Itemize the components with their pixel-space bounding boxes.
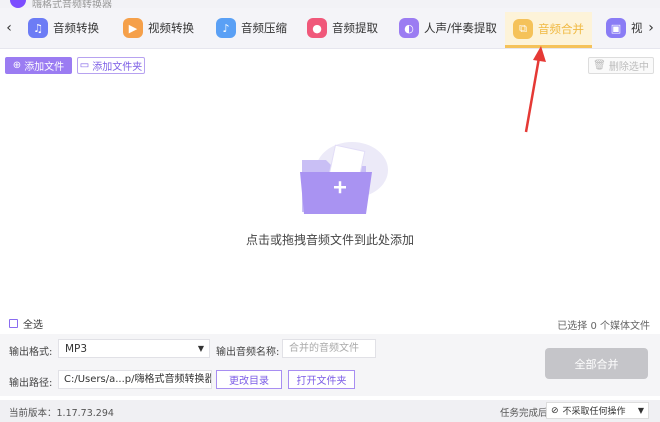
output-name-input[interactable]: 合并的音频文件 — [282, 339, 376, 358]
tab-vocal-extract[interactable]: ◐ 人声/伴奏提取 — [399, 12, 497, 44]
status-bar: 当前版本：1.17.73.294 任务完成后 ⊘ 不采取任何操作 ▼ — [0, 400, 660, 422]
delete-selected-button[interactable]: 🗑 删除选中 — [588, 57, 654, 74]
trash-icon: 🗑 — [593, 60, 606, 71]
no-action-icon: ⊘ — [551, 405, 559, 416]
tab-audio-compress[interactable]: ♪ 音频压缩 — [216, 12, 287, 44]
open-folder-button[interactable]: 打开文件夹 — [288, 370, 355, 389]
plus-circle-icon: ⊕ — [12, 60, 22, 71]
tab-audio-convert[interactable]: ♫ 音频转换 — [28, 12, 99, 44]
merge-all-button[interactable]: 全部合并 — [545, 348, 648, 379]
change-directory-button[interactable]: 更改目录 — [216, 370, 282, 389]
app-logo — [10, 0, 26, 8]
checkbox-box[interactable] — [9, 319, 18, 328]
file-drop-zone[interactable]: 点击或拖拽音频文件到此处添加 — [0, 78, 660, 314]
drop-hint-text: 点击或拖拽音频文件到此处添加 — [245, 233, 414, 247]
title-bar: 嗨格式音频转换器 — [0, 0, 660, 11]
after-task-select[interactable]: ⊘ 不采取任何操作 ▼ — [546, 402, 649, 419]
output-settings-panel: 输出格式: MP3 ▼ 输出音频名称: 合并的音频文件 输出路径: C:/Use… — [0, 334, 660, 396]
scroll-left-icon[interactable]: ‹ — [2, 20, 16, 36]
caret-down-icon: ▼ — [197, 344, 204, 353]
after-task-label: 任务完成后 — [500, 408, 548, 419]
output-format-label: 输出格式: — [9, 347, 53, 358]
selection-row: 全选 已选择 0 个媒体文件 — [0, 314, 660, 332]
output-format-select[interactable]: MP3 ▼ — [58, 339, 210, 358]
video-icon: ▣ — [606, 18, 626, 38]
scroll-right-icon[interactable]: › — [644, 20, 658, 36]
audio-compress-icon: ♪ — [216, 18, 236, 38]
file-toolbar: ⊕ 添加文件 ▭ 添加文件夹 🗑 删除选中 — [0, 54, 660, 78]
output-path-input[interactable]: C:/Users/a...p/嗨格式音频转换器 — [58, 370, 212, 389]
add-folder-button[interactable]: ▭ 添加文件夹 — [77, 57, 145, 74]
caret-down-icon: ▼ — [637, 406, 644, 415]
tab-video[interactable]: ▣ 视 — [606, 12, 643, 44]
tab-audio-extract[interactable]: ● 音频提取 — [307, 12, 378, 44]
output-path-label: 输出路径: — [9, 378, 53, 389]
select-all-checkbox[interactable]: 全选 — [9, 316, 43, 331]
feature-tab-bar: ‹ ♫ 音频转换 ▶ 视频转换 ♪ 音频压缩 ● 音频提取 ◐ 人声/伴奏提取 … — [0, 8, 660, 49]
selected-count-text: 已选择 0 个媒体文件 — [557, 321, 650, 332]
headphones-icon: ♫ — [28, 18, 48, 38]
vocal-separation-icon: ◐ — [399, 18, 419, 38]
microphone-icon: ● — [307, 18, 327, 38]
video-camera-icon: ▶ — [123, 18, 143, 38]
output-name-label: 输出音频名称: — [216, 347, 280, 358]
empty-folder-illustration-icon — [300, 142, 388, 214]
version-text: 当前版本：1.17.73.294 — [9, 408, 114, 419]
tab-video-convert[interactable]: ▶ 视频转换 — [123, 12, 194, 44]
folder-icon: ▭ — [79, 60, 90, 71]
add-file-button[interactable]: ⊕ 添加文件 — [5, 57, 72, 74]
audio-merge-icon: ⧉ — [513, 18, 533, 39]
tab-audio-merge[interactable]: ⧉ 音频合并 — [505, 12, 592, 48]
